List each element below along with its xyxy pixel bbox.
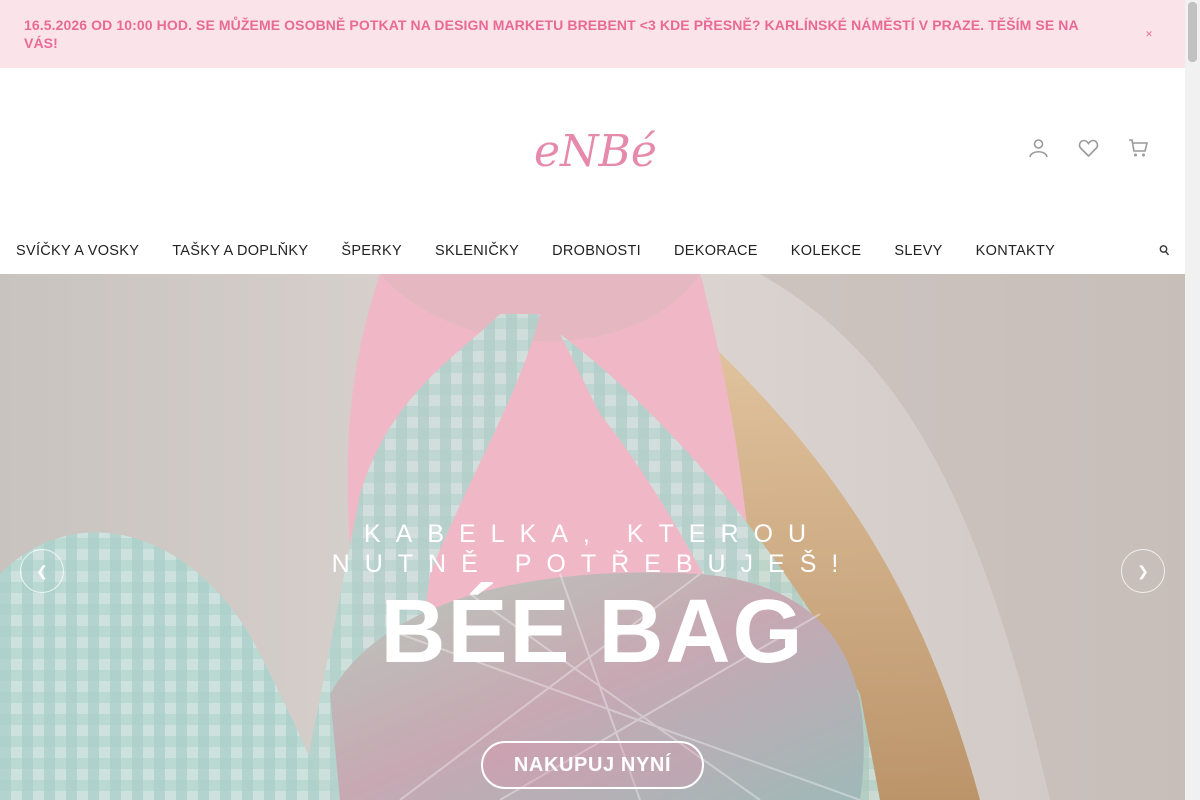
header-icons [1028, 138, 1149, 158]
cart-icon[interactable] [1128, 138, 1149, 158]
logo[interactable]: eNBée [530, 104, 683, 194]
search-icon[interactable] [1159, 244, 1170, 258]
announcement-text: 16.5.2026 OD 10:00 HOD. SE MŮŽEME OSOBNĚ… [24, 17, 1079, 51]
nav-item-dekorace[interactable]: DEKORACE [674, 243, 758, 259]
close-icon[interactable]: ✕ [1143, 27, 1155, 41]
hero-slider: KABELKA, KTEROU NUTNĚ POTŘEBUJEŠ! BÉE BA… [0, 274, 1185, 800]
nav-item-kontakty[interactable]: KONTAKTY [976, 243, 1055, 259]
shop-now-button[interactable]: NAKUPUJ NYNÍ [481, 741, 704, 789]
user-icon[interactable] [1028, 138, 1049, 158]
nav-item-sklenicky[interactable]: SKLENIČKY [435, 243, 519, 259]
heart-icon[interactable] [1078, 138, 1099, 158]
main-nav: SVÍČKY A VOSKY TAŠKY A DOPLŇKY ŠPERKY SK… [0, 233, 1185, 274]
chevron-right-icon[interactable]: ❯ [1121, 549, 1165, 593]
nav-item-slevy[interactable]: SLEVY [894, 243, 942, 259]
chevron-left-icon[interactable]: ❮ [20, 549, 64, 593]
hero-subtitle-line1: KABELKA, KTEROU [363, 520, 822, 548]
svg-text:eNBée: eNBée [534, 126, 655, 177]
logo-mark: eNBée [534, 126, 683, 177]
page-scrollbar[interactable] [1185, 0, 1200, 800]
site-header: eNBée [0, 68, 1185, 233]
nav-item-sperky[interactable]: ŠPERKY [341, 243, 402, 259]
announcement-bar: 16.5.2026 OD 10:00 HOD. SE MŮŽEME OSOBNĚ… [0, 0, 1185, 68]
nav-item-tasky[interactable]: TAŠKY A DOPLŇKY [172, 243, 308, 259]
nav-item-svicky[interactable]: SVÍČKY A VOSKY [16, 243, 139, 259]
nav-item-drobnosti[interactable]: DROBNOSTI [552, 243, 641, 259]
hero-subtitle-line2: NUTNĚ POTŘEBUJEŠ! [331, 550, 854, 578]
nav-item-kolekce[interactable]: KOLEKCE [791, 243, 862, 259]
nav-list: SVÍČKY A VOSKY TAŠKY A DOPLŇKY ŠPERKY SK… [0, 233, 1185, 269]
hero-title: BÉE BAG [380, 582, 805, 682]
scrollbar-thumb[interactable] [1188, 2, 1197, 62]
